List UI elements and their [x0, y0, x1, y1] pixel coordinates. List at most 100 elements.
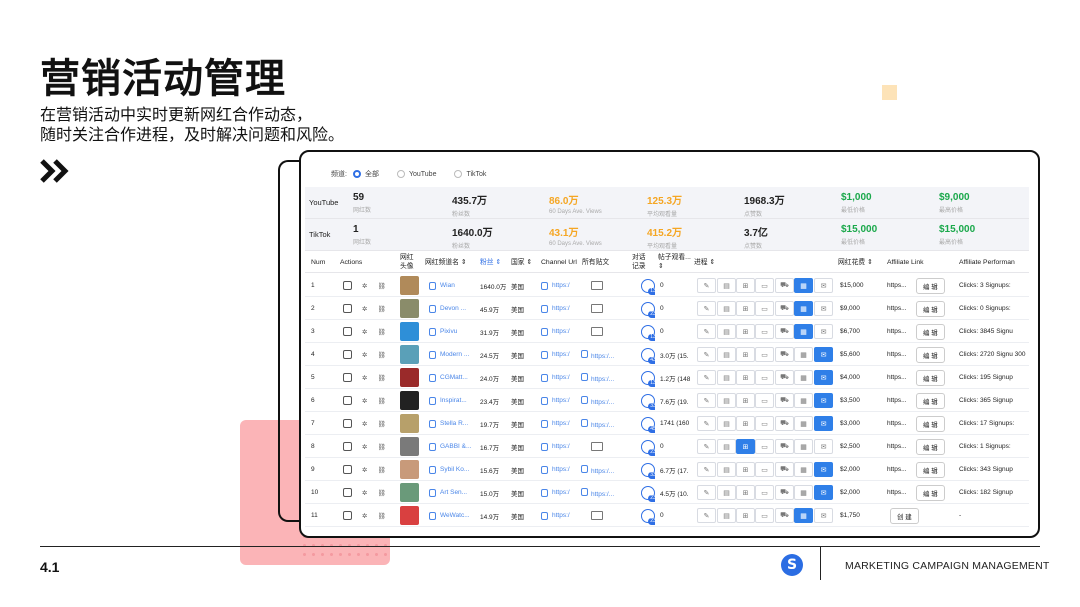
- edit-button[interactable]: 编 辑: [916, 458, 945, 481]
- post-url-link[interactable]: https:/...: [581, 372, 614, 383]
- post-url-link[interactable]: https:/...: [581, 349, 614, 360]
- progress-step-icon[interactable]: ✉: [814, 347, 833, 362]
- progress-step-icon[interactable]: ⛟: [775, 462, 794, 477]
- progress-step-icon[interactable]: ▭: [755, 278, 774, 293]
- chat-record[interactable]: 43: [641, 343, 655, 366]
- gear-icon[interactable]: ✲: [362, 489, 367, 497]
- gear-icon[interactable]: ✲: [362, 305, 367, 313]
- progress-step-icon[interactable]: ▤: [717, 370, 736, 385]
- link-icon[interactable]: ⛓: [377, 443, 385, 451]
- channel-name-link[interactable]: Sybil Ko...: [429, 458, 469, 481]
- progress-step-icon[interactable]: ✎: [697, 485, 716, 500]
- channel-name-link[interactable]: Inspirat...: [429, 389, 467, 412]
- gear-icon[interactable]: ✲: [362, 512, 367, 520]
- progress-step-icon[interactable]: ▭: [755, 462, 774, 477]
- channel-url-link[interactable]: https:/: [541, 458, 570, 481]
- progress-step-icon[interactable]: ▦: [794, 278, 813, 293]
- progress-step-icon[interactable]: ⊞: [736, 370, 755, 385]
- progress-step-icon[interactable]: ▤: [717, 439, 736, 454]
- progress-step-icon[interactable]: ✉: [814, 324, 833, 339]
- channel-url-link[interactable]: https:/: [541, 274, 570, 297]
- post-url-link[interactable]: https:/...: [581, 418, 614, 429]
- dollar-icon[interactable]: [343, 304, 352, 313]
- progress-step-icon[interactable]: ✉: [814, 439, 833, 454]
- progress-step-icon[interactable]: ✎: [697, 347, 716, 362]
- gear-icon[interactable]: ✲: [362, 443, 367, 451]
- progress-step-icon[interactable]: ▤: [717, 278, 736, 293]
- progress-step-icon[interactable]: ✉: [814, 393, 833, 408]
- post-url-link[interactable]: https:/...: [581, 487, 614, 498]
- edit-button[interactable]: 编 辑: [916, 481, 945, 504]
- link-icon[interactable]: ⛓: [377, 351, 385, 359]
- affiliate-link[interactable]: https...: [887, 366, 907, 389]
- channel-url-link[interactable]: https:/: [541, 343, 570, 366]
- dollar-icon[interactable]: [343, 419, 352, 428]
- chat-record[interactable]: 45: [641, 412, 655, 435]
- progress-step-icon[interactable]: ▭: [755, 324, 774, 339]
- col-channel-name[interactable]: 网红频道名 ⇕: [425, 251, 467, 273]
- progress-step-icon[interactable]: ▭: [755, 485, 774, 500]
- edit-button[interactable]: 编 辑: [916, 435, 945, 458]
- progress-step-icon[interactable]: ⊞: [736, 324, 755, 339]
- affiliate-link[interactable]: https...: [887, 435, 907, 458]
- affiliate-link[interactable]: https...: [887, 458, 907, 481]
- image-gallery-icon[interactable]: [591, 281, 603, 290]
- col-country[interactable]: 国家 ⇕: [511, 251, 532, 273]
- progress-step-icon[interactable]: ▤: [717, 393, 736, 408]
- dollar-icon[interactable]: [343, 442, 352, 451]
- channel-name-link[interactable]: Devon ...: [429, 297, 466, 320]
- channel-name-link[interactable]: WeWatc...: [429, 504, 470, 527]
- link-icon[interactable]: ⛓: [377, 305, 385, 313]
- edit-button[interactable]: 编 辑: [916, 343, 945, 366]
- post-url-link[interactable]: https:/...: [581, 395, 614, 406]
- dollar-icon[interactable]: [343, 465, 352, 474]
- affiliate-link[interactable]: https...: [887, 297, 907, 320]
- progress-step-icon[interactable]: ▭: [755, 439, 774, 454]
- gear-icon[interactable]: ✲: [362, 397, 367, 405]
- progress-step-icon[interactable]: ✎: [697, 439, 716, 454]
- channel-name-link[interactable]: Pixivu: [429, 320, 457, 343]
- gear-icon[interactable]: ✲: [362, 351, 367, 359]
- filter-option-tiktok[interactable]: TikTok: [454, 170, 486, 178]
- link-icon[interactable]: ⛓: [377, 328, 385, 336]
- channel-url-link[interactable]: https:/: [541, 504, 570, 527]
- progress-step-icon[interactable]: ▭: [755, 393, 774, 408]
- filter-option-all[interactable]: 全部: [352, 169, 379, 179]
- chat-record[interactable]: 33: [641, 458, 655, 481]
- progress-step-icon[interactable]: ⛟: [775, 393, 794, 408]
- progress-step-icon[interactable]: ✎: [697, 301, 716, 316]
- gear-icon[interactable]: ✲: [362, 466, 367, 474]
- channel-url-link[interactable]: https:/: [541, 389, 570, 412]
- dollar-icon[interactable]: [343, 281, 352, 290]
- channel-name-link[interactable]: Modern ...: [429, 343, 469, 366]
- affiliate-link[interactable]: https...: [887, 274, 907, 297]
- channel-url-link[interactable]: https:/: [541, 320, 570, 343]
- channel-url-link[interactable]: https:/: [541, 481, 570, 504]
- affiliate-link[interactable]: https...: [887, 412, 907, 435]
- progress-step-icon[interactable]: ✉: [814, 462, 833, 477]
- channel-url-link[interactable]: https:/: [541, 412, 570, 435]
- progress-step-icon[interactable]: ⊞: [736, 347, 755, 362]
- progress-step-icon[interactable]: ⛟: [775, 370, 794, 385]
- col-post-views[interactable]: 帖子观看... ⇕: [658, 251, 696, 273]
- progress-step-icon[interactable]: ▦: [794, 462, 813, 477]
- filter-option-youtube[interactable]: YouTube: [396, 170, 436, 178]
- progress-step-icon[interactable]: ▦: [794, 347, 813, 362]
- progress-step-icon[interactable]: ✎: [697, 278, 716, 293]
- channel-name-link[interactable]: CGMatt...: [429, 366, 468, 389]
- gear-icon[interactable]: ✲: [362, 282, 367, 290]
- chat-record[interactable]: 23: [641, 481, 655, 504]
- progress-step-icon[interactable]: ⊞: [736, 508, 755, 523]
- gear-icon[interactable]: ✲: [362, 420, 367, 428]
- progress-step-icon[interactable]: ⛟: [775, 485, 794, 500]
- gear-icon[interactable]: ✲: [362, 374, 367, 382]
- progress-step-icon[interactable]: ✎: [697, 508, 716, 523]
- progress-step-icon[interactable]: ▭: [755, 370, 774, 385]
- progress-step-icon[interactable]: ▤: [717, 324, 736, 339]
- dollar-icon[interactable]: [343, 396, 352, 405]
- progress-step-icon[interactable]: ⛟: [775, 439, 794, 454]
- affiliate-link[interactable]: https...: [887, 343, 907, 366]
- progress-step-icon[interactable]: ⊞: [736, 278, 755, 293]
- edit-button[interactable]: 编 辑: [916, 274, 945, 297]
- edit-button[interactable]: 编 辑: [916, 389, 945, 412]
